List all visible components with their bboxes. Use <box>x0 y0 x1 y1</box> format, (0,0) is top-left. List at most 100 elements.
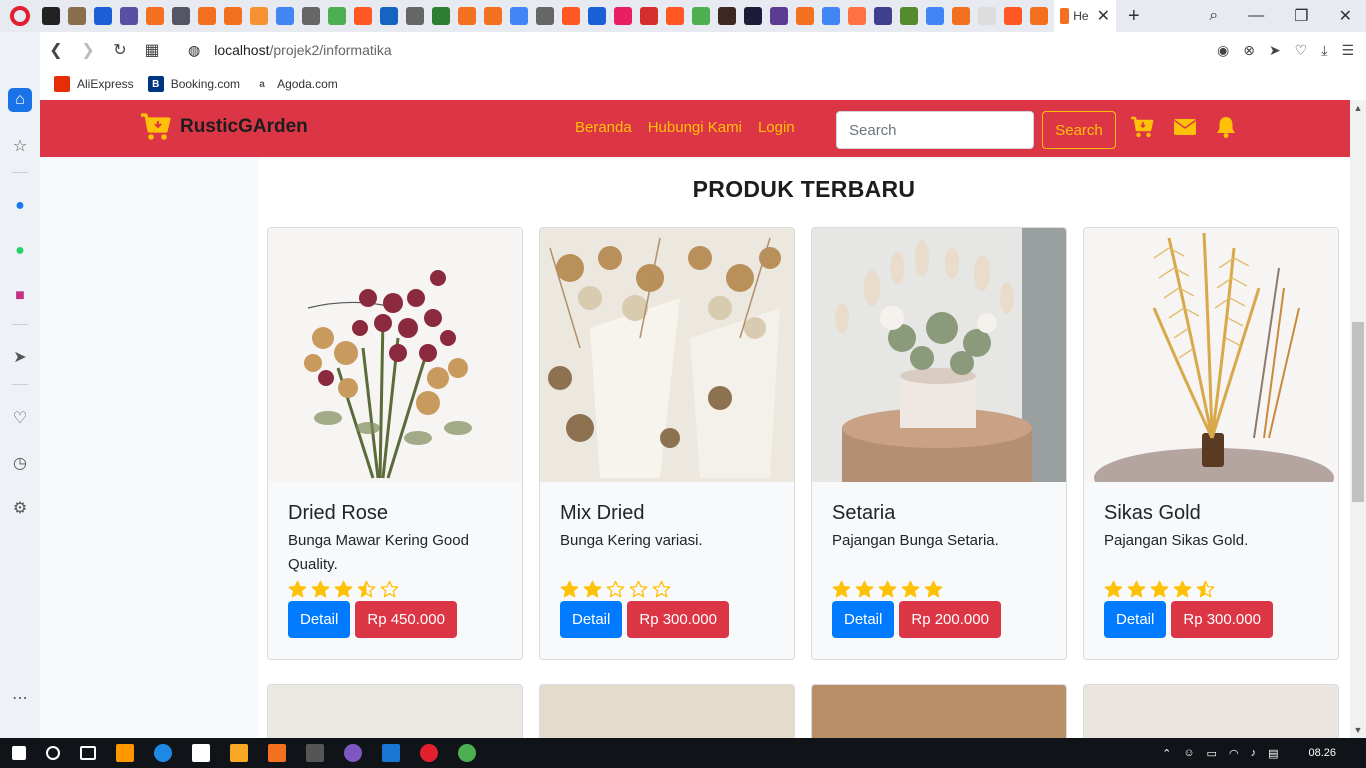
app-icon[interactable] <box>344 744 362 762</box>
bookmark-aliexpress[interactable]: AliExpress <box>54 76 134 92</box>
heart-icon[interactable]: ♡ <box>1295 42 1308 59</box>
detail-button[interactable]: Detail <box>1104 601 1167 638</box>
people-icon[interactable]: ☺ <box>1183 747 1194 759</box>
tab-favicon-icon[interactable] <box>588 7 606 25</box>
download-icon[interactable]: ⤓ <box>1321 42 1327 59</box>
tabs-grid-icon[interactable]: ▦ <box>136 40 168 60</box>
tab-favicon-icon[interactable] <box>978 7 996 25</box>
scroll-down-icon[interactable]: ▼ <box>1350 722 1366 738</box>
send-icon[interactable]: ➤ <box>1269 42 1281 59</box>
xampp-icon[interactable] <box>268 744 286 762</box>
forward-icon[interactable]: ❯ <box>72 40 104 60</box>
detail-button[interactable]: Detail <box>832 601 895 638</box>
search-icon[interactable] <box>46 746 60 760</box>
scrollbar-thumb[interactable] <box>1352 322 1364 502</box>
tab-favicon-icon[interactable] <box>1004 7 1022 25</box>
tab-favicon-icon[interactable] <box>848 7 866 25</box>
tab-favicon-icon[interactable] <box>354 7 372 25</box>
brand[interactable]: RusticGArden <box>140 112 308 142</box>
search-tabs-icon[interactable]: ⌕ <box>1209 7 1218 25</box>
tab-favicon-icon[interactable] <box>224 7 242 25</box>
volume-icon[interactable]: ♪ <box>1251 747 1257 759</box>
tab-favicon-icon[interactable] <box>510 7 528 25</box>
tab-favicon-icon[interactable] <box>380 7 398 25</box>
history-icon[interactable]: ◷ <box>8 451 32 475</box>
tab-favicon-icon[interactable] <box>172 7 190 25</box>
tab-favicon-icon[interactable] <box>432 7 450 25</box>
tab-favicon-icon[interactable] <box>120 7 138 25</box>
tab-favicon-icon[interactable] <box>484 7 502 25</box>
camera-icon[interactable]: ◉ <box>1217 42 1229 59</box>
restore-icon[interactable]: ❐ <box>1294 6 1308 26</box>
send-icon[interactable]: ➤ <box>8 345 32 369</box>
notification-icon[interactable]: ▤ <box>1268 747 1278 760</box>
tab-favicon-icon[interactable] <box>94 7 112 25</box>
tab-favicon-icon[interactable] <box>68 7 86 25</box>
tab-favicon-icon[interactable] <box>718 7 736 25</box>
reload-icon[interactable]: ↻ <box>104 40 136 60</box>
edge-icon[interactable] <box>154 744 172 762</box>
new-tab-icon[interactable]: + <box>1128 5 1140 28</box>
bell-icon[interactable] <box>1216 116 1236 138</box>
gear-icon[interactable]: ⚙ <box>8 496 32 520</box>
network-icon[interactable]: ◠ <box>1229 747 1239 760</box>
tab-favicon-icon[interactable] <box>666 7 684 25</box>
tab-favicon-icon[interactable] <box>770 7 788 25</box>
tab-favicon-icon[interactable] <box>198 7 216 25</box>
tab-favicon-icon[interactable] <box>276 7 294 25</box>
tab-favicon-icon[interactable] <box>900 7 918 25</box>
tab-favicon-icon[interactable] <box>640 7 658 25</box>
tab-favicon-icon[interactable] <box>302 7 320 25</box>
tab-favicon-icon[interactable] <box>146 7 164 25</box>
product-card-partial[interactable] <box>811 684 1067 738</box>
tab-favicon-icon[interactable] <box>536 7 554 25</box>
speed-dial-icon[interactable]: ☆ <box>8 134 32 158</box>
product-image[interactable] <box>268 228 522 482</box>
page-scrollbar[interactable]: ▲ ▼ <box>1350 100 1366 738</box>
tab-favicon-icon[interactable] <box>250 7 268 25</box>
nav-link-hubungi-kami[interactable]: Hubungi Kami <box>648 119 742 136</box>
price-button[interactable]: Rp 300.000 <box>627 601 729 638</box>
product-card-partial[interactable] <box>1083 684 1339 738</box>
product-image[interactable] <box>1084 228 1338 482</box>
opera-logo-icon[interactable] <box>0 0 40 32</box>
scroll-up-icon[interactable]: ▲ <box>1350 100 1366 116</box>
notepad-icon[interactable] <box>192 744 210 762</box>
clock-time[interactable]: 08.26 <box>1308 747 1336 759</box>
tab-favicon-icon[interactable] <box>458 7 476 25</box>
nav-link-beranda[interactable]: Beranda <box>575 119 632 136</box>
tab-favicon-icon[interactable] <box>406 7 424 25</box>
detail-button[interactable]: Detail <box>288 601 351 638</box>
url-field[interactable]: ◍ localhost/projek2/informatika <box>188 42 392 59</box>
close-window-icon[interactable]: ✕ <box>1339 6 1352 26</box>
tab-favicon-icon[interactable] <box>1030 7 1048 25</box>
tab-favicon-icon[interactable] <box>328 7 346 25</box>
price-button[interactable]: Rp 200.000 <box>899 601 1001 638</box>
tray-chevron-icon[interactable]: ⌃ <box>1162 747 1171 760</box>
heart-icon[interactable]: ♡ <box>8 406 32 430</box>
tab-favicon-icon[interactable] <box>926 7 944 25</box>
bookmark-booking[interactable]: B Booking.com <box>147 76 240 92</box>
tab-favicon-icon[interactable] <box>796 7 814 25</box>
envelope-icon[interactable] <box>1174 119 1196 135</box>
product-image[interactable] <box>812 228 1066 482</box>
tab-favicon-icon[interactable] <box>562 7 580 25</box>
windows-start-icon[interactable] <box>12 746 26 760</box>
whatsapp-icon[interactable]: ● <box>8 239 32 263</box>
price-button[interactable]: Rp 300.000 <box>1171 601 1273 638</box>
product-card-partial[interactable] <box>539 684 795 738</box>
tab-favicon-icon[interactable] <box>744 7 762 25</box>
block-icon[interactable]: ⊗ <box>1243 42 1255 59</box>
tab-favicon-icon[interactable] <box>952 7 970 25</box>
tab-favicon-icon[interactable] <box>822 7 840 25</box>
nav-link-login[interactable]: Login <box>758 119 795 136</box>
search-input[interactable] <box>836 111 1034 149</box>
chrome-icon[interactable] <box>458 744 476 762</box>
active-tab[interactable]: He ✕ <box>1054 0 1116 32</box>
search-button[interactable]: Search <box>1042 111 1116 149</box>
instagram-icon[interactable]: ■ <box>8 284 32 308</box>
minimize-icon[interactable]: — <box>1248 7 1264 25</box>
cart-icon[interactable] <box>1130 116 1154 138</box>
tab-favicon-icon[interactable] <box>42 7 60 25</box>
back-icon[interactable]: ❮ <box>40 40 72 60</box>
